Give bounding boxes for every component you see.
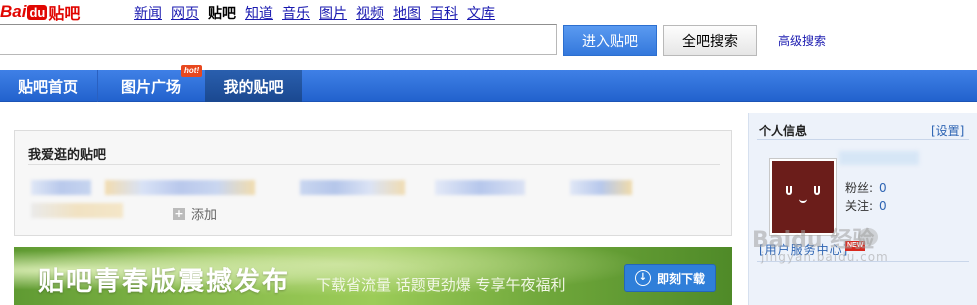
product-nav: 新闻 网页 贴吧 知道 音乐 图片 视频 地图 百科 文库 — [134, 3, 504, 23]
favorites-title: 我爱逛的贴吧 — [28, 148, 107, 163]
add-bar-label: 添加 — [191, 208, 218, 223]
settings-link[interactable]: [设置] — [931, 122, 964, 139]
blurred-username[interactable] — [839, 151, 919, 165]
banner-title: 贴吧青春版震撼发布 — [38, 267, 291, 297]
watermark-url: jingyan.baidu.com — [761, 250, 889, 264]
baidu-tieba-logo[interactable]: Bai du 贴吧 — [0, 0, 80, 24]
tab-my-tieba[interactable]: 我的贴吧 — [205, 70, 302, 102]
follow-label: 关注: — [845, 199, 874, 213]
search-input[interactable] — [0, 24, 557, 55]
logo-paw-du: du — [27, 4, 48, 20]
nav-tieba[interactable]: 贴吧 — [208, 3, 236, 23]
tab-tieba-home[interactable]: 贴吧首页 — [0, 70, 96, 102]
nav-wenku[interactable]: 文库 — [467, 3, 495, 23]
download-icon: ↓ — [634, 270, 651, 286]
nav-news[interactable]: 新闻 — [134, 3, 162, 23]
nav-images[interactable]: 图片 — [319, 3, 347, 23]
plus-icon: + — [173, 206, 185, 220]
divider — [28, 164, 720, 165]
blurred-bar-link[interactable] — [435, 180, 525, 195]
follow-stat[interactable]: 关注: 0 — [845, 197, 887, 214]
banner-subtitle: 下载省流量 话题更劲爆 专享午夜福利 — [316, 276, 566, 294]
avatar-eye-left — [786, 186, 792, 195]
favorite-bars-panel: 我爱逛的贴吧 + 添加 — [14, 130, 732, 236]
user-profile-panel: 个人信息 [设置] 粉丝: 0 关注: 0 [用户服务中心] NEW — [748, 113, 977, 305]
blurred-bar-link[interactable] — [105, 180, 255, 195]
nav-map[interactable]: 地图 — [393, 3, 421, 23]
promo-banner[interactable]: 贴吧青春版震撼发布 下载省流量 话题更劲爆 专享午夜福利 ↓ 即刻下载 — [14, 247, 732, 305]
hot-badge: hot! — [181, 65, 203, 77]
add-bar-button[interactable]: + 添加 — [173, 204, 217, 223]
enter-tieba-button[interactable]: 进入贴吧 — [563, 25, 657, 56]
blurred-bar-link[interactable] — [570, 180, 632, 195]
avatar-eye-right — [814, 186, 820, 195]
nav-zhidao[interactable]: 知道 — [245, 3, 273, 23]
main-tab-bar: 贴吧首页 图片广场 我的贴吧 — [0, 70, 977, 102]
search-all-button[interactable]: 全吧搜索 — [663, 25, 757, 56]
avatar-mouth — [799, 199, 807, 203]
fans-stat[interactable]: 粉丝: 0 — [845, 179, 887, 196]
download-label: 即刻下载 — [656, 271, 705, 286]
nav-video[interactable]: 视频 — [356, 3, 384, 23]
profile-title: 个人信息 — [759, 124, 808, 138]
advanced-search-link[interactable]: 高级搜索 — [778, 32, 826, 49]
blurred-bar-link[interactable] — [300, 180, 405, 195]
fans-count: 0 — [879, 181, 887, 195]
nav-web[interactable]: 网页 — [171, 3, 199, 23]
fans-label: 粉丝: — [845, 181, 874, 195]
nav-music[interactable]: 音乐 — [282, 3, 310, 23]
logo-text-bai: Bai — [0, 2, 27, 21]
divider — [757, 139, 969, 140]
download-now-button[interactable]: ↓ 即刻下载 — [624, 264, 716, 292]
follow-count: 0 — [879, 199, 887, 213]
nav-baike[interactable]: 百科 — [430, 3, 458, 23]
tieba-page: Bai du 贴吧 新闻 网页 贴吧 知道 音乐 图片 视频 地图 百科 文库 … — [0, 0, 977, 305]
blurred-bar-link[interactable] — [31, 180, 91, 195]
logo-text-tieba: 贴吧 — [48, 4, 81, 23]
blurred-bar-link[interactable] — [31, 203, 123, 218]
